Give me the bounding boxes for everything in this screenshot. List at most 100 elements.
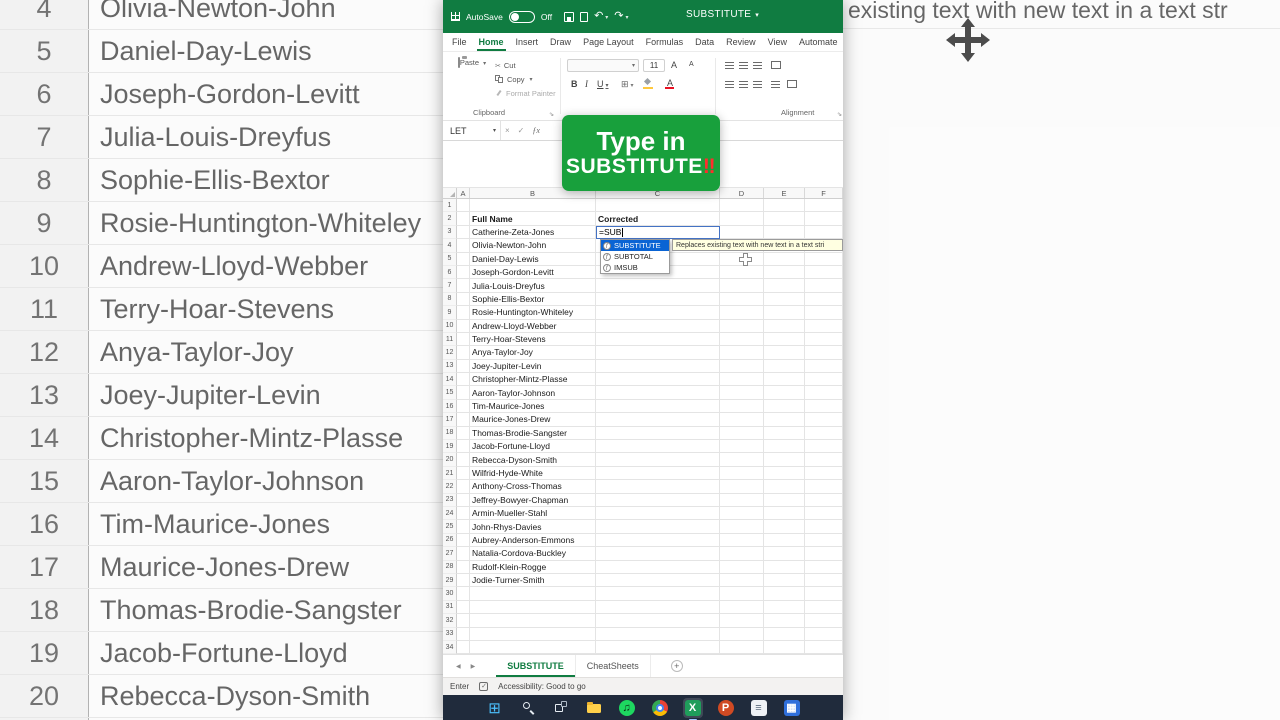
- cell-a8[interactable]: [457, 292, 470, 307]
- taskbar-task-view-icon[interactable]: [551, 698, 571, 718]
- autocomplete-item-subtotal[interactable]: ƒ SUBTOTAL: [601, 251, 669, 262]
- align-middle-icon[interactable]: [739, 62, 748, 69]
- row-header-7[interactable]: 7: [443, 279, 457, 293]
- row-header-18[interactable]: 18: [443, 426, 457, 441]
- cell-a26[interactable]: [457, 533, 470, 548]
- cell-d23[interactable]: [720, 493, 764, 507]
- row-header-6[interactable]: 6: [443, 265, 457, 280]
- cell-d20[interactable]: [720, 453, 764, 467]
- cell-b8[interactable]: Sophie-Ellis-Bextor: [470, 292, 596, 307]
- column-header-e[interactable]: E: [764, 188, 805, 198]
- row-header-23[interactable]: 23: [443, 493, 457, 507]
- cell-b33[interactable]: [470, 627, 596, 641]
- cell-d30[interactable]: [720, 587, 764, 601]
- cell-f16[interactable]: [805, 399, 843, 414]
- cell-a20[interactable]: [457, 453, 470, 467]
- cell-f14[interactable]: [805, 373, 843, 387]
- column-header-f[interactable]: F: [805, 188, 843, 198]
- accessibility-status[interactable]: Accessibility: Good to go: [498, 682, 586, 691]
- cell-a30[interactable]: [457, 587, 470, 601]
- cell-c10[interactable]: [596, 319, 720, 333]
- cell-c34[interactable]: [596, 640, 720, 654]
- cell-f27[interactable]: [805, 547, 843, 561]
- cell-f23[interactable]: [805, 493, 843, 507]
- redo-icon[interactable]: ↷: [614, 11, 628, 22]
- cell-e12[interactable]: [764, 346, 805, 360]
- cell-e32[interactable]: [764, 614, 805, 628]
- cell-e31[interactable]: [764, 600, 805, 615]
- cell-d11[interactable]: [720, 332, 764, 347]
- cell-c27[interactable]: [596, 547, 720, 561]
- cell-c24[interactable]: [596, 506, 720, 521]
- cell-a32[interactable]: [457, 614, 470, 628]
- cell-b34[interactable]: [470, 640, 596, 654]
- cell-a5[interactable]: [457, 252, 470, 266]
- cell-a11[interactable]: [457, 332, 470, 347]
- cell-c25[interactable]: [596, 520, 720, 534]
- tab-data[interactable]: Data: [695, 37, 714, 47]
- row-header-5[interactable]: 5: [443, 252, 457, 266]
- cell-e1[interactable]: [764, 199, 805, 213]
- cell-b21[interactable]: Wilfrid-Hyde-White: [470, 466, 596, 481]
- cell-a9[interactable]: [457, 306, 470, 320]
- cell-a6[interactable]: [457, 265, 470, 280]
- cell-a33[interactable]: [457, 627, 470, 641]
- cell-b9[interactable]: Rosie-Huntington-Whiteley: [470, 306, 596, 320]
- cell-d24[interactable]: [720, 506, 764, 521]
- cell-c26[interactable]: [596, 533, 720, 548]
- cell-e28[interactable]: [764, 560, 805, 574]
- cell-a28[interactable]: [457, 560, 470, 574]
- align-right-icon[interactable]: [753, 81, 762, 88]
- cell-c19[interactable]: [596, 440, 720, 454]
- clipboard-dialog-launcher[interactable]: ⇘: [549, 111, 554, 118]
- cell-f5[interactable]: [805, 252, 843, 266]
- cell-a1[interactable]: [457, 199, 470, 213]
- cell-b23[interactable]: Jeffrey-Bowyer-Chapman: [470, 493, 596, 507]
- cell-a22[interactable]: [457, 480, 470, 494]
- cell-a7[interactable]: [457, 279, 470, 293]
- cell-c7[interactable]: [596, 279, 720, 293]
- cell-f6[interactable]: [805, 265, 843, 280]
- cell-a24[interactable]: [457, 506, 470, 521]
- row-header-26[interactable]: 26: [443, 533, 457, 548]
- cell-b31[interactable]: [470, 600, 596, 615]
- row-header-3[interactable]: 3: [443, 225, 457, 240]
- row-header-34[interactable]: 34: [443, 640, 457, 654]
- row-header-30[interactable]: 30: [443, 587, 457, 601]
- cell-d1[interactable]: [720, 199, 764, 213]
- cell-a23[interactable]: [457, 493, 470, 507]
- tab-review[interactable]: Review: [726, 37, 756, 47]
- cell-a31[interactable]: [457, 600, 470, 615]
- cell-f26[interactable]: [805, 533, 843, 548]
- tab-file[interactable]: File: [452, 37, 467, 47]
- row-header-20[interactable]: 20: [443, 453, 457, 467]
- font-name-select[interactable]: [567, 59, 639, 72]
- autocomplete-item-substitute[interactable]: ƒ SUBSTITUTE: [601, 240, 669, 252]
- cell-f12[interactable]: [805, 346, 843, 360]
- document-icon[interactable]: [580, 11, 589, 22]
- workbook-title[interactable]: SUBSTITUTE: [686, 9, 759, 20]
- autocomplete-item-imsub[interactable]: ƒ IMSUB: [601, 262, 669, 273]
- row-header-19[interactable]: 19: [443, 440, 457, 454]
- taskbar-excel-icon[interactable]: X: [682, 697, 703, 720]
- row-header-32[interactable]: 32: [443, 614, 457, 628]
- underline-button[interactable]: U: [597, 79, 609, 89]
- cell-d25[interactable]: [720, 520, 764, 534]
- cell-c23[interactable]: [596, 493, 720, 507]
- select-all-corner[interactable]: [443, 188, 457, 198]
- cell-d9[interactable]: [720, 306, 764, 320]
- cell-e29[interactable]: [764, 573, 805, 588]
- cell-e9[interactable]: [764, 306, 805, 320]
- row-header-10[interactable]: 10: [443, 319, 457, 333]
- cell-a18[interactable]: [457, 426, 470, 441]
- cell-b24[interactable]: Armin-Mueller-Stahl: [470, 506, 596, 521]
- cell-d18[interactable]: [720, 426, 764, 441]
- cell-a16[interactable]: [457, 399, 470, 414]
- tab-automate[interactable]: Automate: [799, 37, 838, 47]
- cancel-icon[interactable]: ×: [501, 126, 514, 135]
- cell-b12[interactable]: Anya-Taylor-Joy: [470, 346, 596, 360]
- row-header-27[interactable]: 27: [443, 547, 457, 561]
- cell-e27[interactable]: [764, 547, 805, 561]
- cell-b26[interactable]: Aubrey-Anderson-Emmons: [470, 533, 596, 548]
- row-header-14[interactable]: 14: [443, 373, 457, 387]
